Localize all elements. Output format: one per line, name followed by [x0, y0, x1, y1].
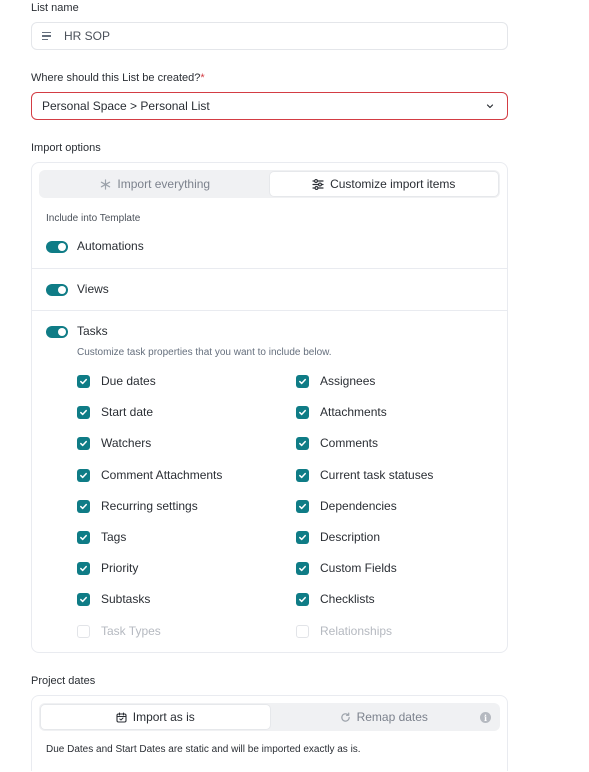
- project-dates-toggle: Import as is Remap dates i: [39, 703, 500, 731]
- checkbox-checked[interactable]: [296, 499, 309, 513]
- project-dates-label: Project dates: [31, 675, 96, 687]
- check-icon: [80, 534, 87, 541]
- task-property-label: Checklists: [320, 592, 375, 607]
- required-mark: *: [200, 72, 205, 84]
- checkbox-checked[interactable]: [296, 562, 309, 576]
- tab-remap-dates[interactable]: Remap dates: [270, 705, 499, 729]
- check-icon: [299, 597, 306, 603]
- tab-import-as-is[interactable]: Import as is: [41, 705, 270, 729]
- task-property-label: Description: [320, 530, 381, 544]
- task-property-label: Comments: [320, 436, 379, 451]
- check-icon: [299, 534, 306, 541]
- task-property-label: Dependencies: [320, 498, 397, 513]
- task-property-label: Comment Attachments: [101, 467, 223, 482]
- checkbox-checked[interactable]: [77, 468, 90, 482]
- checkbox-checked[interactable]: [77, 406, 90, 420]
- checkbox-checked[interactable]: [296, 468, 309, 482]
- automations-label: Automations: [77, 239, 144, 253]
- tasks-label: Tasks: [77, 324, 108, 338]
- check-icon: [299, 566, 306, 572]
- location-select[interactable]: Personal Space > Personal List: [31, 92, 508, 120]
- checkbox-checked[interactable]: [296, 437, 309, 451]
- checkbox-checked[interactable]: [77, 437, 90, 451]
- refresh-icon: [340, 712, 351, 723]
- task-property-label: Task Types: [101, 623, 161, 638]
- calendar-icon: [116, 711, 127, 723]
- check-icon: [80, 566, 87, 572]
- tasks-hint: Customize task properties that you want …: [77, 347, 332, 358]
- include-template-label: Include into Template: [46, 213, 141, 224]
- checkbox-unchecked: [296, 624, 309, 638]
- check-icon: [80, 597, 87, 603]
- location-label-text: Where should this List be created?: [31, 72, 201, 84]
- check-icon: [80, 503, 87, 509]
- chevron-down-icon: [481, 97, 499, 115]
- automations-toggle[interactable]: [46, 241, 68, 253]
- list-name-label: List name: [31, 2, 79, 14]
- sliders-icon: [312, 178, 324, 190]
- checkbox-unchecked: [77, 624, 90, 638]
- tab-customize-import-label: Customize import items: [330, 177, 456, 191]
- checkbox-checked[interactable]: [77, 593, 90, 607]
- check-icon: [80, 410, 87, 416]
- check-icon: [80, 472, 87, 478]
- task-property-label: Custom Fields: [320, 561, 397, 576]
- import-mode-toggle: Import everything Customize import items: [39, 170, 500, 198]
- task-property-label: Assignees: [320, 374, 376, 388]
- tab-remap-dates-label: Remap dates: [356, 710, 428, 724]
- sparkle-icon: [100, 178, 111, 190]
- project-dates-panel: Import as is Remap dates i Due Dates and…: [31, 695, 508, 771]
- import-options-panel: Import everything Customize import items…: [31, 162, 508, 653]
- check-icon: [80, 378, 87, 385]
- lines-icon: [42, 30, 58, 42]
- check-icon: [299, 472, 306, 478]
- task-property-label: Start date: [101, 405, 154, 420]
- divider: [32, 310, 507, 311]
- tab-import-everything[interactable]: Import everything: [41, 172, 270, 196]
- divider: [32, 268, 507, 269]
- task-property-label: Watchers: [101, 436, 152, 451]
- location-value: Personal Space > Personal List: [42, 99, 210, 113]
- list-name-input[interactable]: HR SOP: [31, 22, 508, 50]
- tab-customize-import[interactable]: Customize import items: [269, 172, 498, 196]
- info-icon[interactable]: i: [480, 712, 491, 723]
- task-property-label: Priority: [101, 561, 139, 576]
- import-options-label: Import options: [31, 142, 101, 154]
- checkbox-checked[interactable]: [296, 375, 309, 388]
- checkbox-checked[interactable]: [296, 593, 309, 607]
- checkbox-checked[interactable]: [77, 531, 90, 544]
- check-icon: [299, 441, 306, 447]
- tasks-toggle[interactable]: [46, 326, 68, 338]
- tab-import-everything-label: Import everything: [117, 177, 211, 191]
- check-icon: [299, 503, 306, 509]
- tab-import-as-is-label: Import as is: [132, 710, 195, 724]
- project-dates-note: Due Dates and Start Dates are static and…: [46, 744, 361, 755]
- list-name-value: HR SOP: [64, 29, 111, 43]
- task-property-label: Subtasks: [101, 592, 151, 607]
- checkbox-checked[interactable]: [296, 406, 309, 420]
- task-property-label: Attachments: [320, 405, 387, 420]
- check-icon: [299, 378, 306, 385]
- task-property-label: Due dates: [101, 374, 156, 388]
- views-label: Views: [77, 282, 109, 296]
- check-icon: [80, 441, 87, 447]
- task-property-label: Current task statuses: [320, 467, 434, 482]
- check-icon: [299, 410, 306, 416]
- location-label: Where should this List be created?*: [31, 72, 205, 84]
- checkbox-checked[interactable]: [77, 499, 90, 513]
- checkbox-checked[interactable]: [296, 531, 309, 544]
- views-toggle[interactable]: [46, 284, 68, 296]
- task-property-label: Recurring settings: [101, 498, 198, 513]
- task-property-label: Relationships: [320, 623, 393, 638]
- checkbox-checked[interactable]: [77, 375, 90, 388]
- task-property-label: Tags: [101, 530, 127, 544]
- checkbox-checked[interactable]: [77, 562, 90, 576]
